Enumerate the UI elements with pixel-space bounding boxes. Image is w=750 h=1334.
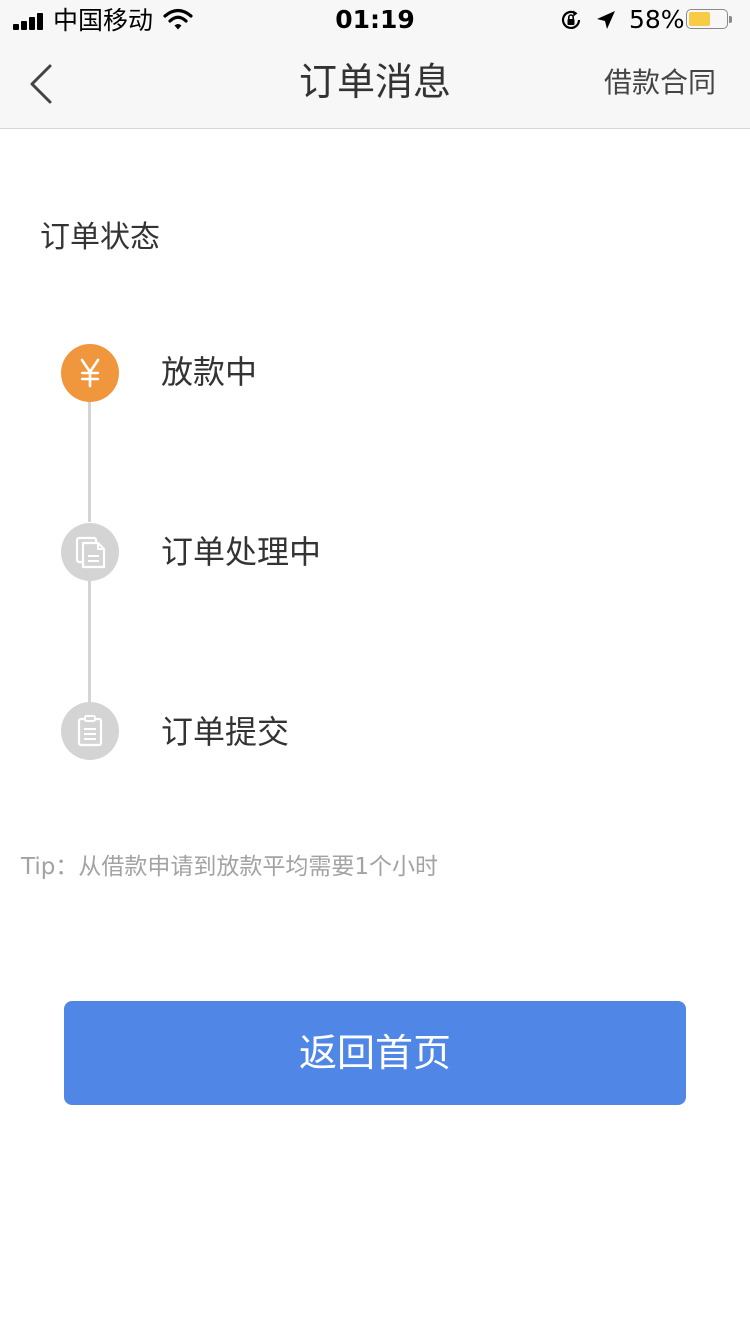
timeline-connector (88, 401, 91, 522)
step-submitted-icon (61, 702, 119, 760)
step-disbursing-icon (61, 344, 119, 402)
nav-bar: 订单消息 借款合同 (0, 40, 750, 129)
loan-contract-link[interactable]: 借款合同 (604, 64, 716, 102)
clipboard-icon (77, 715, 103, 747)
step-disbursing-label: 放款中 (161, 353, 258, 391)
return-home-button[interactable]: 返回首页 (64, 1001, 686, 1105)
location-arrow-icon (597, 11, 615, 29)
tip-text: Tip：从借款申请到放款平均需要1个小时 (21, 854, 438, 880)
status-bar: 中国移动 01:19 58% (0, 0, 750, 40)
rotation-lock-icon (561, 10, 581, 29)
yuan-icon (80, 358, 100, 388)
step-processing-icon (61, 523, 119, 581)
step-processing-label: 订单处理中 (161, 533, 322, 571)
step-submitted-label: 订单提交 (161, 713, 290, 751)
documents-icon (75, 536, 106, 569)
timeline-connector (88, 580, 91, 702)
order-status-title: 订单状态 (40, 220, 160, 255)
battery-percent: 58% (629, 5, 685, 34)
battery-icon (686, 9, 732, 31)
